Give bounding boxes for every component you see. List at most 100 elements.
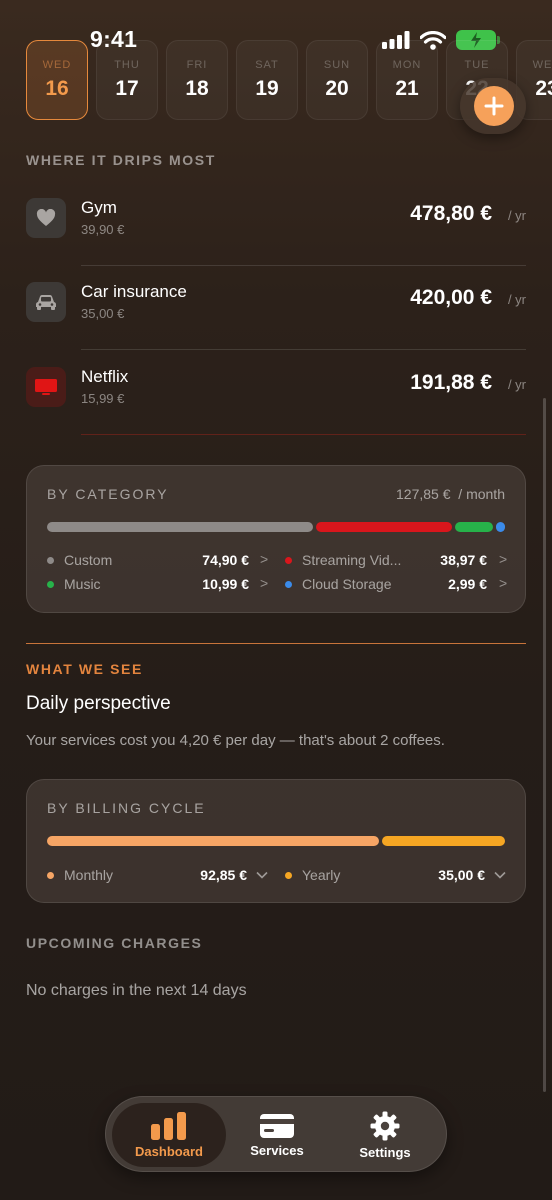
upcoming-section-title: UPCOMING CHARGES [26, 935, 203, 951]
category-bar-segment [455, 522, 494, 532]
tab-services[interactable]: Services [220, 1103, 334, 1167]
divider [81, 265, 526, 266]
chevron-right-icon: > [260, 575, 269, 591]
card-title: BY BILLING CYCLE [47, 800, 206, 816]
drip-row[interactable]: Netflix 15,99 € 191,88 € / yr [26, 367, 526, 437]
legend-dot [285, 580, 292, 588]
legend-label: Monthly [64, 867, 114, 883]
tab-label: Settings [359, 1144, 411, 1160]
legend-value: 92,85 € [200, 867, 247, 883]
legend-label: Music [64, 576, 101, 592]
insight-text: Your services cost you 4,20 € per day — … [26, 732, 445, 749]
chevron-right-icon: > [260, 551, 269, 567]
legend-dot [47, 871, 54, 879]
day-number: 19 [255, 77, 279, 100]
day-of-week: WED [532, 59, 552, 71]
day-number: 17 [115, 77, 139, 100]
legend-value: 35,00 € [438, 867, 485, 883]
chart-bars-icon [151, 1111, 186, 1140]
date-cell[interactable]: THU 17 [96, 40, 158, 120]
day-of-week: TUE [464, 59, 490, 71]
gear-icon [370, 1111, 400, 1140]
category-bar-segment [496, 522, 506, 532]
billing-bar-segment [381, 836, 505, 846]
legend-dot [285, 556, 292, 564]
drip-yearly-amount: 420,00 € [410, 286, 492, 309]
drip-row[interactable]: Car insurance 35,00 € 420,00 € / yr [26, 282, 526, 352]
date-cell[interactable]: SUN 20 [306, 40, 368, 120]
legend-value: 38,97 € [440, 552, 487, 568]
what-we-see-title: WHAT WE SEE [26, 661, 143, 677]
day-of-week: FRI [186, 59, 208, 71]
drip-monthly-price: 15,99 € [81, 391, 125, 406]
category-bar-segment [315, 522, 453, 532]
heart-icon [26, 198, 66, 238]
by-category-card: BY CATEGORY 127,85 € / month Custom 74,9… [26, 465, 526, 613]
date-cell[interactable]: WED 16 [26, 40, 88, 120]
day-of-week: MON [392, 59, 422, 71]
category-legend-item[interactable]: Music [47, 576, 101, 592]
card-icon [260, 1113, 294, 1138]
day-of-week: THU [114, 59, 140, 71]
drip-yearly-amount: 478,80 € [410, 202, 492, 225]
date-cell[interactable]: SAT 19 [236, 40, 298, 120]
scrollbar[interactable] [543, 398, 546, 1092]
day-of-week: SUN [323, 59, 351, 71]
tab-settings[interactable]: Settings [328, 1103, 442, 1167]
chevron-right-icon: > [499, 575, 508, 591]
day-number: 16 [45, 77, 69, 100]
day-number: 21 [395, 77, 419, 100]
legend-label: Yearly [302, 867, 341, 883]
legend-value: 10,99 € [202, 576, 249, 592]
tab-bar: Dashboard Services Settings [105, 1096, 447, 1172]
legend-dot [285, 871, 292, 879]
tab-label: Services [250, 1142, 304, 1158]
day-of-week: SAT [255, 59, 279, 71]
legend-dot [47, 556, 54, 564]
chevron-down-icon[interactable] [256, 871, 268, 879]
divider [81, 349, 526, 350]
tab-dashboard[interactable]: Dashboard [112, 1103, 226, 1167]
date-cell[interactable]: MON 21 [376, 40, 438, 120]
car-icon [26, 282, 66, 322]
drip-name: Car insurance [81, 282, 187, 301]
drip-unit: / yr [507, 292, 526, 307]
insight-heading: Daily perspective [26, 693, 171, 714]
chevron-right-icon: > [499, 551, 508, 567]
add-button[interactable] [474, 86, 514, 126]
by-billing-cycle-card: BY BILLING CYCLE Monthly 92,85 € Yearly … [26, 779, 526, 903]
drips-section-title: WHERE IT DRIPS MOST [26, 152, 216, 168]
day-of-week: WED [42, 59, 72, 71]
drip-unit: / yr [507, 377, 526, 392]
billing-legend-item[interactable]: Yearly [285, 867, 340, 883]
legend-label: Custom [64, 552, 113, 568]
category-bar-segment [47, 522, 313, 532]
drip-name: Netflix [81, 367, 129, 386]
tab-label: Dashboard [135, 1143, 203, 1159]
day-number: 18 [185, 77, 209, 100]
drip-yearly-amount: 191,88 € [410, 371, 492, 394]
drip-unit: / yr [507, 208, 526, 223]
category-total: 127,85 € / month [396, 486, 505, 502]
section-divider [26, 643, 526, 644]
drip-row[interactable]: Gym 39,90 € 478,80 € / yr [26, 198, 526, 268]
divider [81, 434, 526, 435]
category-legend-item[interactable]: Streaming Vid... [285, 552, 401, 568]
legend-label: Streaming Vid... [302, 552, 402, 568]
drip-monthly-price: 39,90 € [81, 222, 125, 237]
drip-monthly-price: 35,00 € [81, 306, 125, 321]
billing-legend-item[interactable]: Monthly [47, 867, 113, 883]
date-cell[interactable]: FRI 18 [166, 40, 228, 120]
billing-bar [47, 836, 505, 846]
legend-dot [47, 580, 54, 588]
card-title: BY CATEGORY [47, 486, 169, 502]
chevron-down-icon[interactable] [494, 871, 506, 879]
legend-value: 74,90 € [202, 552, 249, 568]
category-legend-item[interactable]: Cloud Storage [285, 576, 392, 592]
day-number: 23 [535, 77, 552, 100]
category-bar [47, 522, 506, 532]
billing-bar-segment [47, 836, 379, 846]
day-number: 20 [325, 77, 349, 100]
category-legend-item[interactable]: Custom [47, 552, 112, 568]
legend-label: Cloud Storage [302, 576, 392, 592]
